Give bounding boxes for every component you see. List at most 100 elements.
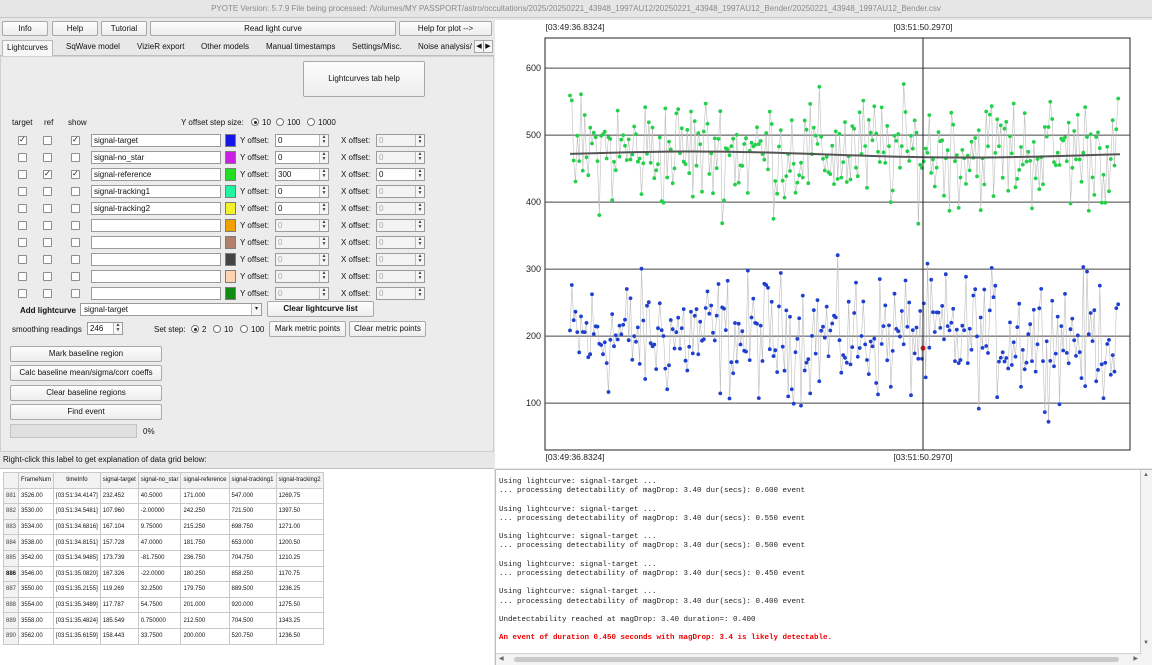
- target-checkbox[interactable]: [18, 135, 27, 145]
- x-offset-spinbox[interactable]: 0 ▲ ▼: [376, 287, 425, 300]
- ref-checkbox[interactable]: [43, 289, 52, 298]
- scroll-right-icon[interactable]: ▶: [1133, 655, 1138, 662]
- lightcurve-plot[interactable]: 600 500 400 300 200 100 [03:49:36.8324] [03:51:…: [495, 20, 1152, 468]
- y-offset-spinbox[interactable]: 300 ▲ ▼: [275, 168, 329, 181]
- color-swatch[interactable]: [225, 202, 236, 215]
- table-row[interactable]: 881 3526.00 [03:51:34.4147] 232.452 40.5000 1…: [2, 487, 324, 505]
- table-row[interactable]: 889 3558.00 [03:51:35.4824] 185.549 0.750000…: [2, 612, 324, 629]
- table-cell[interactable]: 3554.00: [18, 596, 55, 614]
- y-offset-spinbox[interactable]: 0 ▲ ▼: [275, 236, 329, 249]
- row-header[interactable]: 881: [2, 487, 20, 505]
- show-checkbox[interactable]: [71, 221, 80, 230]
- table-cell[interactable]: 3526.00: [18, 487, 55, 505]
- spin-arrows-icon[interactable]: ▲ ▼: [319, 186, 328, 197]
- table-cell[interactable]: 171.000: [180, 487, 230, 505]
- table-cell[interactable]: 3550.00: [18, 581, 55, 598]
- table-cell[interactable]: [03:51:34.9485]: [53, 549, 101, 567]
- row-header[interactable]: 888: [2, 596, 20, 614]
- table-cell[interactable]: 117.787: [99, 596, 139, 614]
- table-cell[interactable]: [03:51:34.4147]: [53, 487, 101, 505]
- x-offset-spinbox[interactable]: 0 ▲ ▼: [376, 236, 425, 249]
- scroll-down-icon[interactable]: ▼: [1143, 640, 1149, 646]
- scroll-up-icon[interactable]: ▲: [1143, 472, 1149, 478]
- log-hscroll-thumb[interactable]: [514, 657, 1119, 662]
- table-cell[interactable]: 889.500: [228, 581, 277, 598]
- color-swatch[interactable]: [225, 151, 236, 164]
- color-swatch[interactable]: [225, 219, 236, 232]
- ref-checkbox[interactable]: [43, 238, 52, 247]
- x-offset-spinbox[interactable]: 0 ▲ ▼: [376, 185, 425, 198]
- table-cell[interactable]: [03:51:35.2155]: [53, 581, 101, 598]
- table-cell[interactable]: 1200.50: [275, 534, 324, 551]
- target-checkbox[interactable]: [18, 238, 27, 247]
- color-swatch[interactable]: [225, 185, 236, 198]
- y-offset-spinbox[interactable]: 0 ▲ ▼: [275, 287, 329, 300]
- table-cell[interactable]: 185.549: [99, 612, 139, 629]
- target-checkbox[interactable]: [18, 187, 27, 196]
- lightcurve-name-field[interactable]: [91, 219, 221, 232]
- lightcurves-tab-help-button[interactable]: Lightcurves tab help: [303, 61, 425, 97]
- table-cell[interactable]: 200.000: [180, 627, 230, 645]
- row-header[interactable]: 885: [2, 549, 20, 567]
- spin-arrows-icon[interactable]: ▲ ▼: [415, 203, 424, 214]
- ref-checkbox[interactable]: [43, 255, 52, 264]
- table-cell[interactable]: 1397.50: [275, 503, 324, 520]
- tab-settings-misc[interactable]: Settings/Misc.: [348, 40, 406, 56]
- row-header[interactable]: 883: [2, 518, 20, 536]
- ref-checkbox[interactable]: [43, 153, 52, 162]
- log-vertical-scrollbar[interactable]: ▲ ▼: [1140, 470, 1152, 665]
- column-header[interactable]: FrameNum: [18, 472, 55, 489]
- spin-arrows-icon[interactable]: ▲ ▼: [415, 135, 424, 146]
- spin-arrows-icon[interactable]: ▲ ▼: [319, 271, 328, 282]
- column-header[interactable]: signal-tracking2: [275, 472, 324, 489]
- y-step-10-radio[interactable]: [251, 118, 259, 126]
- table-cell[interactable]: 1271.00: [275, 518, 324, 536]
- table-cell[interactable]: 1343.25: [275, 612, 324, 629]
- table-cell[interactable]: 119.269: [99, 581, 139, 598]
- spin-arrows-icon[interactable]: ▲ ▼: [319, 135, 328, 146]
- table-row[interactable]: 882 3530.00 [03:51:34.5481] 107.960 -2.00000…: [2, 503, 324, 520]
- target-checkbox[interactable]: [18, 153, 27, 162]
- table-cell[interactable]: 704.500: [228, 612, 277, 629]
- table-cell[interactable]: 1170.75: [275, 565, 324, 583]
- y-offset-spinbox[interactable]: 0 ▲ ▼: [275, 270, 329, 283]
- target-checkbox[interactable]: [18, 170, 27, 179]
- lightcurve-name-field[interactable]: signal-tracking1: [91, 185, 221, 198]
- spin-arrows-icon[interactable]: ▲ ▼: [415, 288, 424, 299]
- table-cell[interactable]: 54.7500: [137, 596, 182, 614]
- spin-arrows-icon[interactable]: ▲ ▼: [113, 323, 122, 334]
- table-cell[interactable]: [03:51:35.3489]: [53, 596, 101, 614]
- set-step-2-radio[interactable]: [191, 325, 199, 333]
- table-cell[interactable]: 520.750: [228, 627, 277, 645]
- table-row[interactable]: 890 3562.00 [03:51:35.6159] 158.443 33.7500 2…: [2, 627, 324, 645]
- show-checkbox[interactable]: [71, 289, 80, 298]
- table-cell[interactable]: 47.0000: [137, 534, 182, 551]
- table-cell[interactable]: 215.250: [180, 518, 230, 536]
- ref-checkbox[interactable]: [43, 187, 52, 196]
- spin-arrows-icon[interactable]: ▲ ▼: [319, 288, 328, 299]
- table-cell[interactable]: 704.750: [228, 549, 277, 567]
- table-cell[interactable]: [03:51:35.0820]: [53, 565, 101, 583]
- table-cell[interactable]: 1269.75: [275, 487, 324, 505]
- show-checkbox[interactable]: [71, 187, 80, 196]
- table-cell[interactable]: [03:51:34.6816]: [53, 518, 101, 536]
- show-checkbox[interactable]: [71, 255, 80, 264]
- spin-arrows-icon[interactable]: ▲ ▼: [319, 203, 328, 214]
- lightcurve-name-field[interactable]: [91, 270, 221, 283]
- lightcurve-name-field[interactable]: [91, 253, 221, 266]
- table-row[interactable]: 888 3554.00 [03:51:35.3489] 117.787 54.7500 2…: [2, 596, 324, 614]
- table-cell[interactable]: 920.000: [228, 596, 277, 614]
- table-cell[interactable]: 547.000: [228, 487, 277, 505]
- ref-checkbox[interactable]: [43, 272, 52, 281]
- target-checkbox[interactable]: [18, 221, 27, 230]
- lightcurve-name-field[interactable]: [91, 236, 221, 249]
- tab-lightcurves[interactable]: Lightcurves: [2, 40, 53, 56]
- table-cell[interactable]: 179.750: [180, 581, 230, 598]
- x-offset-spinbox[interactable]: 0 ▲ ▼: [376, 253, 425, 266]
- row-header[interactable]: 890: [2, 627, 20, 645]
- row-header[interactable]: 886: [2, 565, 20, 583]
- column-header[interactable]: timeInfo: [53, 472, 101, 489]
- show-checkbox[interactable]: [71, 272, 80, 281]
- table-cell[interactable]: 653.000: [228, 534, 277, 551]
- clear-baseline-regions-button[interactable]: Clear baseline regions: [10, 385, 162, 401]
